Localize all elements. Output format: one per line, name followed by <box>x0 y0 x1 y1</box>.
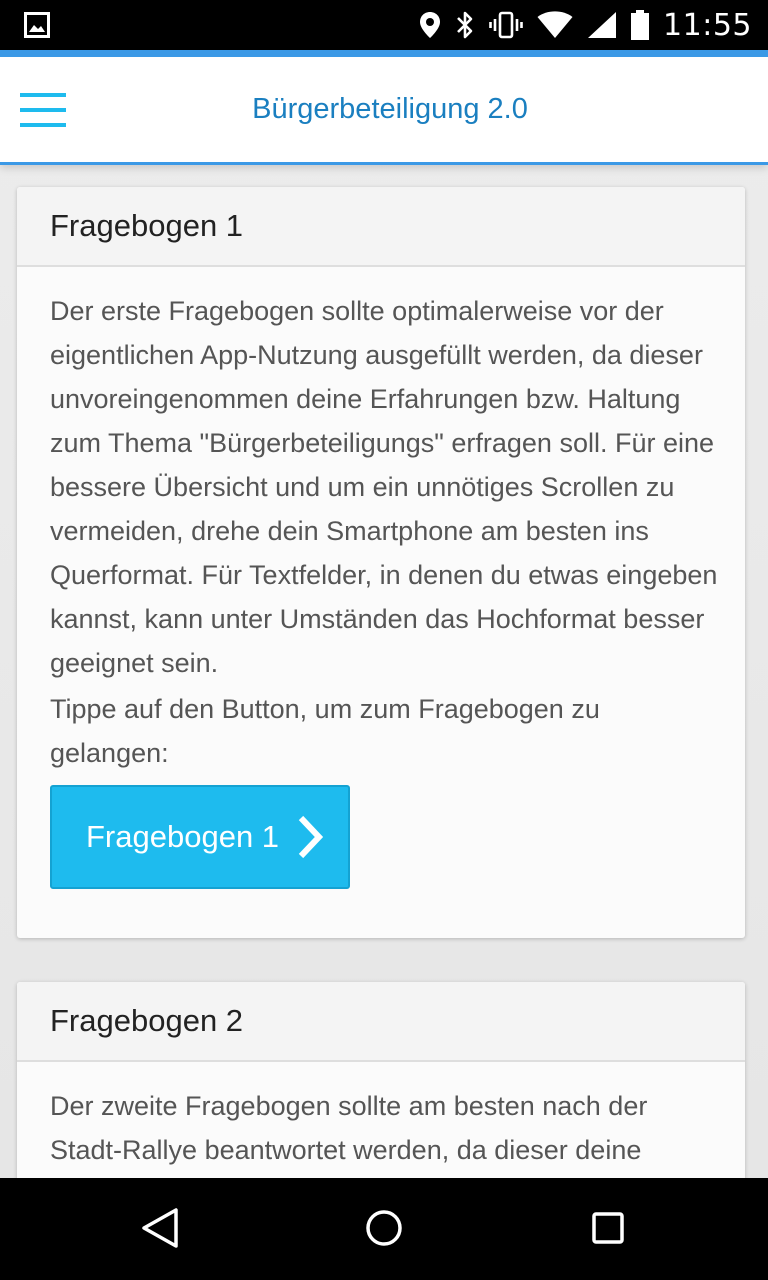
button-label: Fragebogen 1 <box>86 819 280 854</box>
back-icon <box>140 1207 180 1254</box>
navigation-bar <box>0 1178 768 1280</box>
signal-icon <box>587 11 617 39</box>
status-icons: 11:55 <box>419 0 752 50</box>
questionnaire-card-1: Fragebogen 1 Der erste Fragebogen sollte… <box>17 187 745 938</box>
chevron-right-icon <box>297 815 324 859</box>
app-bar: Bürgerbeteiligung 2.0 <box>0 50 768 165</box>
location-icon <box>419 11 441 39</box>
image-icon <box>24 12 50 38</box>
notification-area <box>24 12 50 43</box>
card-instruction: Tippe auf den Button, um zum Fragebogen … <box>50 694 600 768</box>
bluetooth-icon <box>455 10 475 40</box>
recent-apps-icon <box>590 1210 626 1251</box>
page-title: Bürgerbeteiligung 2.0 <box>252 93 528 125</box>
home-icon <box>364 1208 404 1253</box>
battery-icon <box>631 10 650 40</box>
vibrate-icon <box>489 11 523 39</box>
card-title: Fragebogen 2 <box>17 982 745 1062</box>
wifi-icon <box>537 11 573 39</box>
clock: 11:55 <box>663 7 752 43</box>
questionnaire-card-2: Fragebogen 2 Der zweite Fragebogen sollt… <box>17 982 745 1178</box>
app-content: Bürgerbeteiligung 2.0 Fragebogen 1 Der e… <box>0 50 768 1178</box>
home-button[interactable] <box>354 1200 414 1260</box>
card-description: Der zweite Fragebogen sollte am besten n… <box>50 1091 648 1165</box>
status-bar: 11:55 <box>0 0 768 50</box>
recent-apps-button[interactable] <box>578 1200 638 1260</box>
back-button[interactable] <box>130 1200 190 1260</box>
card-description: Der erste Fragebogen sollte optimalerwei… <box>50 296 718 678</box>
card-title: Fragebogen 1 <box>17 187 745 267</box>
screen: 11:55 Bürgerbeteiligung 2.0 Fragebogen 1… <box>0 0 768 1280</box>
card-body: Der erste Fragebogen sollte optimalerwei… <box>17 267 745 889</box>
card-body: Der zweite Fragebogen sollte am besten n… <box>17 1062 745 1172</box>
open-questionnaire-1-button[interactable]: Fragebogen 1 <box>50 785 350 889</box>
